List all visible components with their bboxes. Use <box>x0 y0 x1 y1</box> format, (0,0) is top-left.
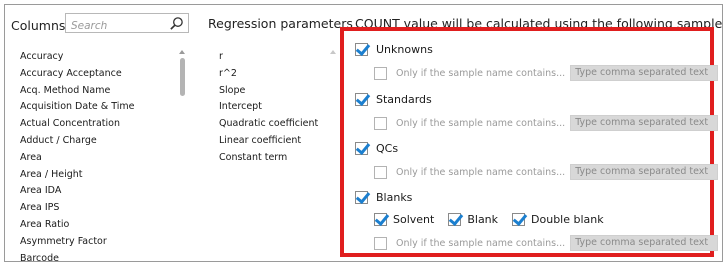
list-item[interactable]: Actual Concentration <box>20 116 134 133</box>
blanks-filter-row: Only if the sample name contains... Type… <box>374 235 719 251</box>
unknowns-filter-label: Only if the sample name contains... <box>396 67 566 79</box>
unknowns-checkbox[interactable] <box>355 43 368 56</box>
unknowns-row: Unknowns <box>355 43 433 56</box>
standards-filter-input[interactable]: Type comma separated text <box>570 115 719 131</box>
blanks-label: Blanks <box>376 191 413 204</box>
blanks-checkbox[interactable] <box>355 191 368 204</box>
double-blank-option[interactable]: Double blank <box>512 213 604 226</box>
list-item[interactable]: Adduct / Charge <box>20 133 134 150</box>
blanks-filter-checkbox[interactable] <box>374 236 387 250</box>
list-item[interactable]: Area IDA <box>20 183 134 200</box>
standards-filter-row: Only if the sample name contains... Type… <box>374 115 719 131</box>
list-item[interactable]: Linear coefficient <box>219 133 318 150</box>
list-item[interactable]: Intercept <box>219 99 318 116</box>
list-item[interactable]: Area IPS <box>20 200 134 217</box>
list-item[interactable]: Constant term <box>219 150 318 167</box>
standards-label: Standards <box>376 93 432 106</box>
columns-header: Columns <box>11 15 65 35</box>
blanks-filter-input[interactable]: Type comma separated text <box>570 235 719 251</box>
solvent-checkbox[interactable] <box>374 213 387 226</box>
blank-option[interactable]: Blank <box>448 213 498 226</box>
list-item[interactable]: Area Ratio <box>20 217 134 234</box>
columns-list: Accuracy Accuracy Acceptance Acq. Method… <box>20 49 134 261</box>
list-item[interactable]: r <box>219 49 318 66</box>
search-input[interactable] <box>66 17 169 35</box>
unknowns-filter-checkbox[interactable] <box>374 66 387 80</box>
list-item[interactable]: Area <box>20 150 134 167</box>
list-item[interactable]: Acquisition Date & Time <box>20 99 134 116</box>
unknowns-filter-input[interactable]: Type comma separated text <box>570 65 719 81</box>
list-item[interactable]: Quadratic coefficient <box>219 116 318 133</box>
columns-scrollbar[interactable] <box>178 49 186 101</box>
regression-title: Regression parameters <box>208 16 353 31</box>
standards-checkbox[interactable] <box>355 93 368 106</box>
solvent-label: Solvent <box>393 213 435 226</box>
qcs-filter-row: Only if the sample name contains... Type… <box>374 164 719 180</box>
qcs-filter-input[interactable]: Type comma separated text <box>570 164 719 180</box>
double-blank-label: Double blank <box>531 213 604 226</box>
list-item[interactable]: Barcode <box>20 251 134 261</box>
solvent-option[interactable]: Solvent <box>374 213 434 226</box>
scroll-up-icon[interactable] <box>179 50 185 54</box>
qcs-checkbox[interactable] <box>355 142 368 155</box>
standards-row: Standards <box>355 93 432 106</box>
list-item[interactable]: Slope <box>219 83 318 100</box>
blank-label: Blank <box>467 213 499 226</box>
unknowns-label: Unknowns <box>376 43 433 56</box>
list-item[interactable]: Asymmetry Factor <box>20 234 134 251</box>
standards-filter-checkbox[interactable] <box>374 116 387 130</box>
blanks-row: Blanks <box>355 191 412 204</box>
list-item[interactable]: Acq. Method Name <box>20 83 134 100</box>
columns-search-box[interactable] <box>65 13 189 35</box>
list-item[interactable]: Accuracy Acceptance <box>20 66 134 83</box>
list-item[interactable]: r^2 <box>219 66 318 83</box>
qcs-label: QCs <box>376 142 399 155</box>
columns-title: Columns <box>11 17 66 33</box>
regression-list: r r^2 Slope Intercept Quadratic coeffici… <box>219 49 318 167</box>
qcs-filter-label: Only if the sample name contains... <box>396 166 566 178</box>
scroll-up-icon[interactable] <box>330 50 336 54</box>
blanks-filter-label: Only if the sample name contains... <box>396 237 566 249</box>
search-icon[interactable] <box>169 16 184 31</box>
regression-scrollbar[interactable] <box>329 49 337 59</box>
scroll-thumb[interactable] <box>179 58 185 96</box>
qcs-filter-checkbox[interactable] <box>374 165 387 179</box>
unknowns-filter-row: Only if the sample name contains... Type… <box>374 65 719 81</box>
list-item[interactable]: Area / Height <box>20 167 134 184</box>
blanks-subtypes-row: Solvent Blank Double blank <box>374 213 618 226</box>
standards-filter-label: Only if the sample name contains... <box>396 117 566 129</box>
qcs-row: QCs <box>355 142 398 155</box>
blank-checkbox[interactable] <box>448 213 462 226</box>
list-item[interactable]: Accuracy <box>20 49 134 66</box>
double-blank-checkbox[interactable] <box>512 213 526 226</box>
